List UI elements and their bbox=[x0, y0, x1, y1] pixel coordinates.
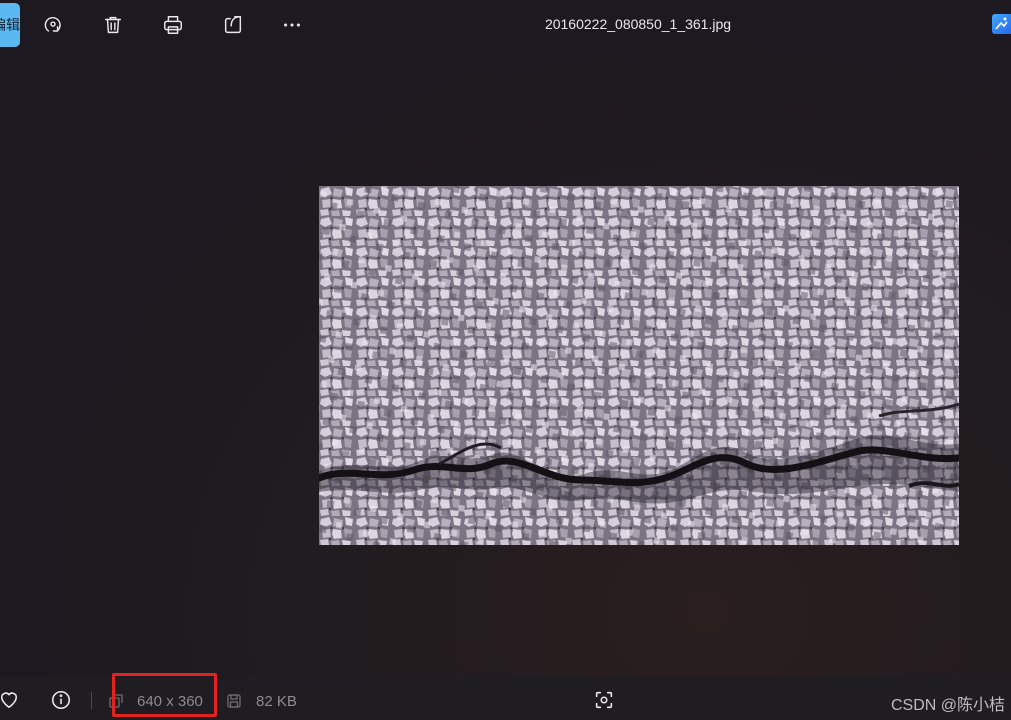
share-button[interactable] bbox=[218, 10, 248, 40]
focus-icon bbox=[595, 691, 613, 709]
edit-button-label: 编辑 bbox=[0, 17, 20, 33]
pavement-texture bbox=[319, 186, 959, 545]
file-size: 82 KB bbox=[256, 693, 297, 710]
print-button[interactable] bbox=[158, 10, 188, 40]
delete-button[interactable] bbox=[98, 10, 128, 40]
edit-button[interactable]: 编辑 bbox=[0, 3, 20, 47]
csdn-watermark: CSDN @陈小桔 bbox=[890, 697, 1005, 714]
rotate-icon bbox=[44, 16, 61, 32]
dimensions-indicator bbox=[108, 693, 124, 709]
heart-icon bbox=[0, 692, 18, 709]
more-options-button[interactable] bbox=[277, 10, 307, 40]
file-name-title: 20160222_080850_1_361.jpg bbox=[544, 16, 732, 32]
disk-icon bbox=[227, 694, 241, 708]
more-icon bbox=[284, 23, 300, 27]
image-size-icon bbox=[109, 694, 123, 708]
displayed-photo bbox=[319, 186, 959, 545]
printer-icon bbox=[164, 16, 182, 34]
share-icon bbox=[224, 16, 242, 34]
image-dimensions: 640 x 360 bbox=[137, 693, 203, 710]
bottom-status-bar: 640 x 360 82 KB CSDN @陈小桔 bbox=[0, 677, 1011, 720]
info-button[interactable] bbox=[50, 689, 72, 711]
favorite-button[interactable] bbox=[0, 689, 20, 709]
photos-app-window: 编辑 bbox=[0, 0, 1011, 720]
rotate-button[interactable] bbox=[38, 10, 68, 40]
info-icon bbox=[51, 690, 71, 710]
focus-view-button[interactable] bbox=[593, 689, 615, 711]
app-logo-icon[interactable] bbox=[992, 14, 1011, 34]
file-size-indicator bbox=[226, 693, 242, 709]
status-separator bbox=[91, 692, 92, 709]
top-toolbar: 编辑 bbox=[0, 0, 1011, 52]
trash-icon bbox=[104, 16, 122, 34]
